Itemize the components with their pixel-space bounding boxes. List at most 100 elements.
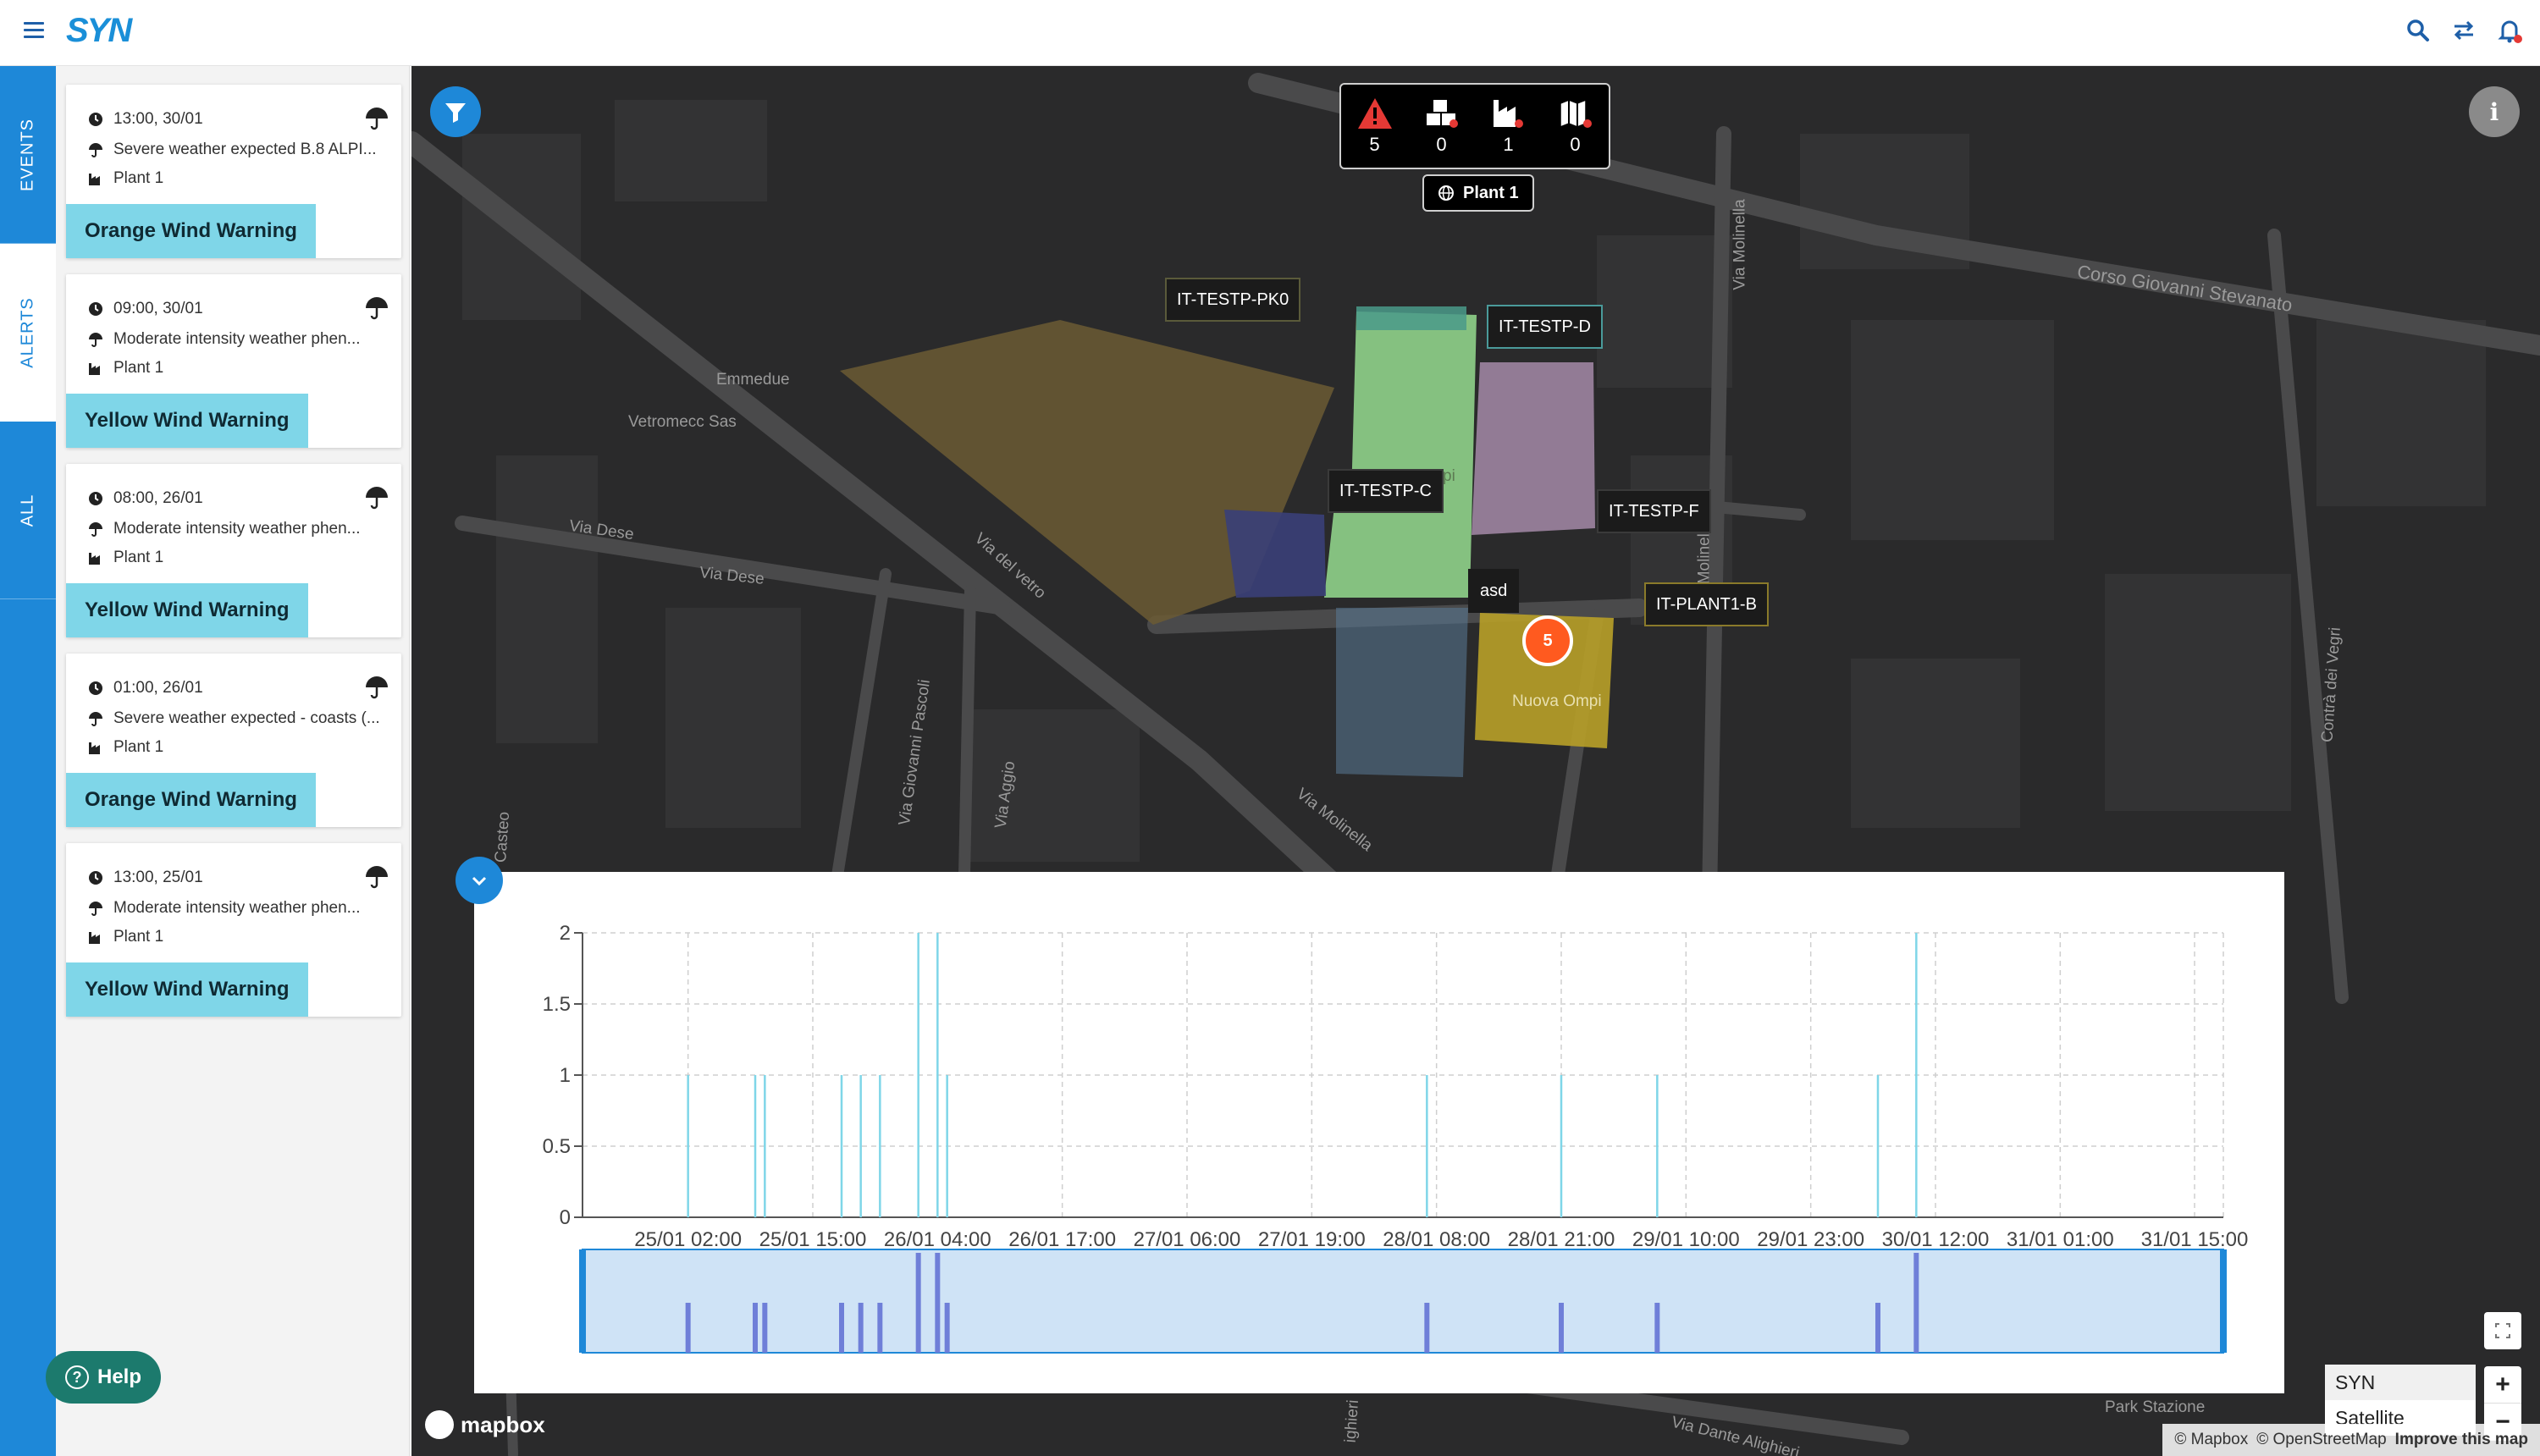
brush-bar [877,1303,883,1353]
warning-badge[interactable]: Yellow Wind Warning [66,962,308,1017]
layer-option-syn[interactable]: SYN [2325,1365,2476,1400]
info-icon: i [2489,97,2499,126]
event-plant-row: Plant 1 [88,359,163,378]
cubes-icon [1426,100,1458,128]
factory-icon [1493,100,1523,128]
plant-tag-d[interactable]: IT-TESTP-D [1487,305,1603,349]
event-card[interactable]: 09:00, 30/01 Moderate intensity weather p… [66,274,401,448]
x-tick-label: 28/01 21:00 [1508,1228,1615,1251]
info-button[interactable]: i [2469,86,2520,137]
warning-badge[interactable]: Orange Wind Warning [66,204,316,258]
side-rail: EVENTS ALERTS ALL [0,66,56,1456]
x-tick-label: 26/01 04:00 [884,1228,991,1251]
brush-bar [858,1303,864,1353]
brush-bar [1913,1253,1919,1353]
factory-icon [88,740,103,755]
brush-bar [762,1303,768,1353]
event-description: Moderate intensity weather phen... [113,520,361,538]
tab-events[interactable]: EVENTS [0,66,56,244]
collapse-chart-button[interactable] [456,857,503,904]
event-plant-row: Plant 1 [88,738,163,757]
tab-alerts[interactable]: ALERTS [0,244,56,422]
event-plant: Plant 1 [113,359,164,377]
tab-all[interactable]: ALL [0,422,56,599]
event-description: Moderate intensity weather phen... [113,330,361,348]
plant-tag-pk0[interactable]: IT-TESTP-PK0 [1165,278,1301,322]
brush-handle-right [2220,1249,2227,1353]
x-tick-label: 27/01 19:00 [1258,1228,1366,1251]
summary-events-count: 0 [1436,134,1447,155]
clock-icon [88,870,103,885]
brush-area [582,1249,2224,1354]
summary-alerts[interactable]: 5 [1356,97,1394,156]
attribution-osm[interactable]: © OpenStreetMap [2256,1431,2386,1449]
street-label: Via Molinella [1731,199,1749,290]
event-description: Severe weather expected B.8 ALPI... [113,141,377,158]
brush-bar [753,1303,758,1353]
plant-selector[interactable]: Plant 1 [1422,174,1534,212]
event-description-row: Moderate intensity weather phen... [88,899,361,918]
brush-bar [944,1303,950,1353]
event-card[interactable]: 13:00, 30/01 Severe weather expected B.8 … [66,85,401,258]
event-description-row: Severe weather expected - coasts (... [88,709,380,728]
plant-tag-asd[interactable]: asd [1468,569,1520,613]
summary-maps[interactable]: 0 [1557,97,1594,156]
event-time-row: 13:00, 30/01 [88,110,203,129]
zoom-in-button[interactable]: + [2484,1366,2521,1404]
mapbox-logo-text: mapbox [461,1411,545,1437]
swap-icon[interactable] [2450,17,2477,44]
event-description: Moderate intensity weather phen... [113,899,361,917]
event-card[interactable]: 01:00, 26/01 Severe weather expected - co… [66,654,401,827]
alert-cluster-marker[interactable]: 5 [1522,615,1573,666]
app-logo[interactable]: SYN [66,12,132,50]
fullscreen-button[interactable] [2484,1312,2521,1349]
map-view[interactable]: Emmedue Vetromecc Sas Via Dese Via Dese … [411,66,2540,1456]
plant-tag-plant1-b[interactable]: IT-PLANT1-B [1644,582,1769,626]
summary-events[interactable]: 0 [1423,97,1460,156]
event-card[interactable]: 13:00, 25/01 Moderate intensity weather p… [66,843,401,1017]
y-tick-label: 2 [560,922,571,945]
event-time-row: 01:00, 26/01 [88,679,203,698]
brush-bar [1875,1303,1880,1353]
plant-tag-c[interactable]: IT-TESTP-C [1328,469,1444,513]
event-plant: Plant 1 [113,549,164,566]
attribution-mapbox[interactable]: © Mapbox [2174,1431,2248,1449]
event-card[interactable]: 08:00, 26/01 Moderate intensity weather p… [66,464,401,637]
brush-bar [915,1253,921,1353]
tab-events-label: EVENTS [18,118,37,191]
brush-handle-left [579,1249,586,1353]
plant-selector-label: Plant 1 [1463,183,1519,202]
umbrella-icon [364,486,389,510]
event-time: 13:00, 25/01 [113,869,203,886]
street-label: Emmedue [716,371,790,389]
timeline-chart[interactable]: 0 0.5 1 1.5 2 25/01 02:00 25/01 15:00 26/01 04:… [474,872,2284,1393]
umbrella-icon [88,142,103,157]
x-tick-label: 26/01 17:00 [1008,1228,1116,1251]
summary-box: 5 0 1 0 [1339,83,1610,169]
brush-bar [1559,1303,1564,1353]
summary-maps-count: 0 [1570,134,1581,155]
event-description-row: Severe weather expected B.8 ALPI... [88,141,377,159]
area-label: Nuova Ompi [1512,692,1602,710]
plant-tag-f[interactable]: IT-TESTP-F [1597,489,1711,533]
warning-badge[interactable]: Yellow Wind Warning [66,583,308,637]
umbrella-icon [364,865,389,889]
x-tick-label: 29/01 23:00 [1757,1228,1864,1251]
attribution-improve[interactable]: Improve this map [2395,1431,2528,1449]
street-label: Casteo [492,811,514,863]
help-button[interactable]: ? Help [46,1351,161,1404]
x-tick-label: 30/01 12:00 [1882,1228,1990,1251]
notification-bell-icon[interactable] [2496,17,2523,44]
event-plant: Plant 1 [113,738,164,756]
filter-button[interactable] [430,86,481,137]
summary-plants[interactable]: 1 [1490,97,1527,156]
event-time: 13:00, 30/01 [113,110,203,128]
menu-icon[interactable] [24,22,44,39]
x-tick-label: 28/01 08:00 [1383,1228,1490,1251]
search-icon[interactable] [2405,17,2432,44]
top-bar: SYN [0,0,2540,66]
event-plant-row: Plant 1 [88,549,163,567]
warning-badge[interactable]: Yellow Wind Warning [66,394,308,448]
umbrella-icon [364,676,389,699]
warning-badge[interactable]: Orange Wind Warning [66,773,316,827]
